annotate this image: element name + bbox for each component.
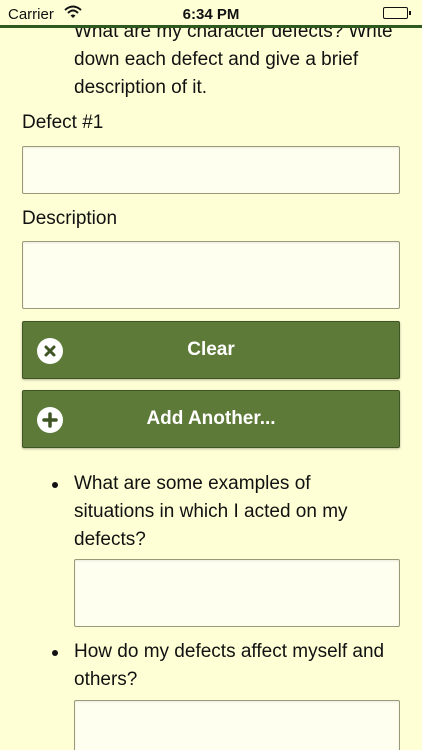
description-field[interactable] <box>22 241 400 309</box>
description-label: Description <box>22 208 118 229</box>
question-1-text: What are some examples of situations in … <box>74 473 348 550</box>
defect-field[interactable] <box>22 146 400 194</box>
clear-button[interactable]: Clear <box>22 321 400 379</box>
clear-button-label: Clear <box>187 339 235 360</box>
bullet-icon <box>52 482 58 488</box>
status-time: 6:34 PM <box>182 6 240 23</box>
bullet-icon <box>52 650 58 656</box>
intro-question: What are my character defects? Write dow… <box>74 21 393 98</box>
question-2-answer-field[interactable] <box>74 700 400 750</box>
add-another-button[interactable]: Add Another... <box>22 390 400 448</box>
add-another-button-label: Add Another... <box>146 408 276 429</box>
plus-icon <box>37 407 63 433</box>
defect-label: Defect #1 <box>22 112 104 133</box>
clear-icon <box>37 338 63 364</box>
question-1-answer-field[interactable] <box>74 559 400 627</box>
question-2-text: How do my defects affect myself and othe… <box>74 641 385 690</box>
status-bar: Carrier 6:34 PM <box>0 0 422 28</box>
battery-icon <box>383 7 411 19</box>
